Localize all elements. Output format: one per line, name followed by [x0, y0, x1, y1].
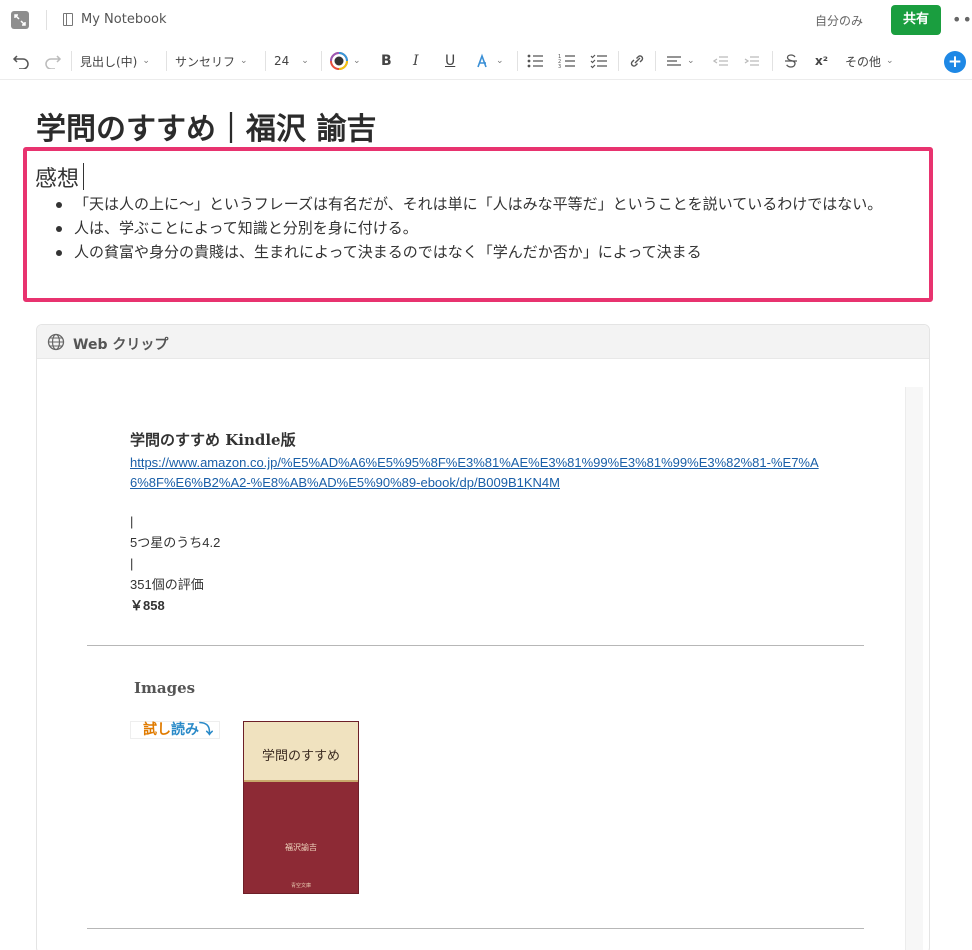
- divider: [46, 10, 47, 30]
- font-size-dropdown[interactable]: 24 ⌄: [274, 42, 309, 80]
- more-format-dropdown[interactable]: その他 ⌄: [845, 42, 894, 80]
- list-item[interactable]: 「天は人の上に〜」というフレーズは有名だが、それは単に「人はみな平等だ」というこ…: [50, 192, 920, 216]
- divider: [321, 51, 322, 71]
- images-heading: Images: [134, 679, 196, 697]
- preview-badge-text-b: 読み: [171, 722, 199, 738]
- book-cover-title: 学問のすすめ: [261, 749, 340, 764]
- notebook-icon: [63, 13, 73, 26]
- chevron-down-icon: ⌄: [687, 56, 695, 66]
- text-cursor: [83, 163, 84, 190]
- chevron-down-icon: ⌄: [301, 56, 309, 66]
- list-item-text: 「天は人の上に〜」というフレーズは有名だが、それは単に「人はみな平等だ」というこ…: [74, 195, 883, 213]
- font-family-dropdown[interactable]: サンセリフ ⌄: [175, 42, 248, 80]
- text-color-picker[interactable]: ⌄: [330, 42, 361, 80]
- impression-list: 「天は人の上に〜」というフレーズは有名だが、それは単に「人はみな平等だ」というこ…: [50, 192, 920, 264]
- divider: [71, 51, 72, 71]
- web-clip-header: Web クリップ: [37, 325, 929, 359]
- bold-button[interactable]: B: [381, 42, 392, 80]
- bullet-list-icon[interactable]: [526, 42, 544, 80]
- price: ￥858: [130, 598, 165, 613]
- list-item-text: 人の貧富や身分の貴賤は、生まれによって決まるのではなく「学んだか否か」によって決…: [74, 243, 702, 261]
- formatting-toolbar: 見出し(中) ⌄ サンセリフ ⌄ 24 ⌄ ⌄ B I U ⌄ 123 ⌄ x²…: [0, 42, 972, 80]
- divider: [517, 51, 518, 71]
- note-title[interactable]: 学問のすすめ｜福沢 諭吉: [36, 104, 376, 148]
- outdent-icon[interactable]: [713, 42, 729, 80]
- web-clip: Web クリップ 学問のすすめ Kindle版 https://www.amaz…: [36, 324, 930, 950]
- notebook-name[interactable]: My Notebook: [81, 12, 167, 27]
- clip-book-title: 学問のすすめ Kindle版: [130, 431, 296, 449]
- divider: [655, 51, 656, 71]
- font-family-label: サンセリフ: [175, 54, 236, 69]
- list-item[interactable]: 人は、学ぶことによって知識と分別を身に付ける。: [50, 216, 920, 240]
- preview-badge-text-a: 試し: [143, 722, 171, 738]
- divider: [166, 51, 167, 71]
- globe-icon: [47, 333, 65, 351]
- divider: [265, 51, 266, 71]
- divider: [618, 51, 619, 71]
- clip-link[interactable]: https://www.amazon.co.jp/%E5%AD%A6%E5%95…: [130, 453, 830, 493]
- divider: [87, 928, 864, 929]
- preview-badge: 試し読み⤵: [130, 721, 220, 739]
- share-button[interactable]: 共有: [891, 5, 941, 35]
- chevron-down-icon: ⌄: [496, 56, 504, 66]
- heading-style-dropdown[interactable]: 見出し(中) ⌄: [80, 42, 150, 80]
- svg-text:3: 3: [558, 64, 561, 69]
- list-item[interactable]: 人の貧富や身分の貴賤は、生まれによって決まるのではなく「学んだか否か」によって決…: [50, 240, 920, 264]
- book-cover-image: 学問のすすめ 福沢諭吉 青空文庫: [243, 721, 359, 894]
- superscript-button[interactable]: x²: [815, 42, 828, 80]
- top-bar: My Notebook 自分のみ 共有 •••: [0, 0, 972, 40]
- arrow-down-icon: ⤵: [199, 722, 213, 738]
- separator: |: [130, 556, 134, 571]
- list-item-text: 人は、学ぶことによって知識と分別を身に付ける。: [74, 219, 418, 237]
- highlighter-icon[interactable]: ⌄: [475, 42, 504, 80]
- expand-icon[interactable]: [11, 11, 29, 29]
- book-cover-band: 学問のすすめ: [244, 722, 358, 782]
- italic-button[interactable]: I: [413, 42, 419, 80]
- redo-icon[interactable]: [44, 42, 62, 80]
- undo-icon[interactable]: [12, 42, 30, 80]
- link-icon[interactable]: [628, 42, 646, 80]
- heading-style-label: 見出し(中): [80, 54, 138, 69]
- divider: [87, 645, 864, 646]
- numbered-list-icon[interactable]: 123: [558, 42, 576, 80]
- checklist-icon[interactable]: [590, 42, 608, 80]
- bullet-icon: [56, 226, 62, 232]
- review-count: 351個の評価: [130, 577, 204, 592]
- more-format-label: その他: [845, 54, 882, 69]
- underline-button[interactable]: U: [445, 42, 455, 80]
- bullet-icon: [56, 250, 62, 256]
- scrollbar[interactable]: [905, 387, 923, 950]
- chevron-down-icon: ⌄: [142, 56, 150, 66]
- web-clip-title: Web クリップ: [73, 337, 169, 353]
- section-heading[interactable]: 感想: [35, 161, 79, 193]
- insert-plus-button[interactable]: +: [944, 51, 966, 73]
- chevron-down-icon: ⌄: [353, 56, 361, 66]
- strikethrough-icon[interactable]: [783, 42, 799, 80]
- chevron-down-icon: ⌄: [240, 56, 248, 66]
- font-size-label: 24: [274, 54, 290, 68]
- chevron-down-icon: ⌄: [886, 56, 894, 66]
- book-cover-author: 福沢諭吉: [285, 843, 317, 852]
- separator: |: [130, 514, 134, 529]
- align-icon[interactable]: ⌄: [666, 42, 695, 80]
- bullet-icon: [56, 202, 62, 208]
- divider: [772, 51, 773, 71]
- visibility-label[interactable]: 自分のみ: [815, 12, 863, 29]
- more-options-icon[interactable]: •••: [952, 10, 972, 29]
- book-cover-publisher: 青空文庫: [290, 883, 311, 889]
- color-wheel-icon: [330, 52, 348, 70]
- indent-icon[interactable]: [744, 42, 760, 80]
- rating: 5つ星のうち4.2: [130, 535, 221, 550]
- clip-meta: | 5つ星のうち4.2 | 351個の評価 ￥858: [130, 511, 220, 616]
